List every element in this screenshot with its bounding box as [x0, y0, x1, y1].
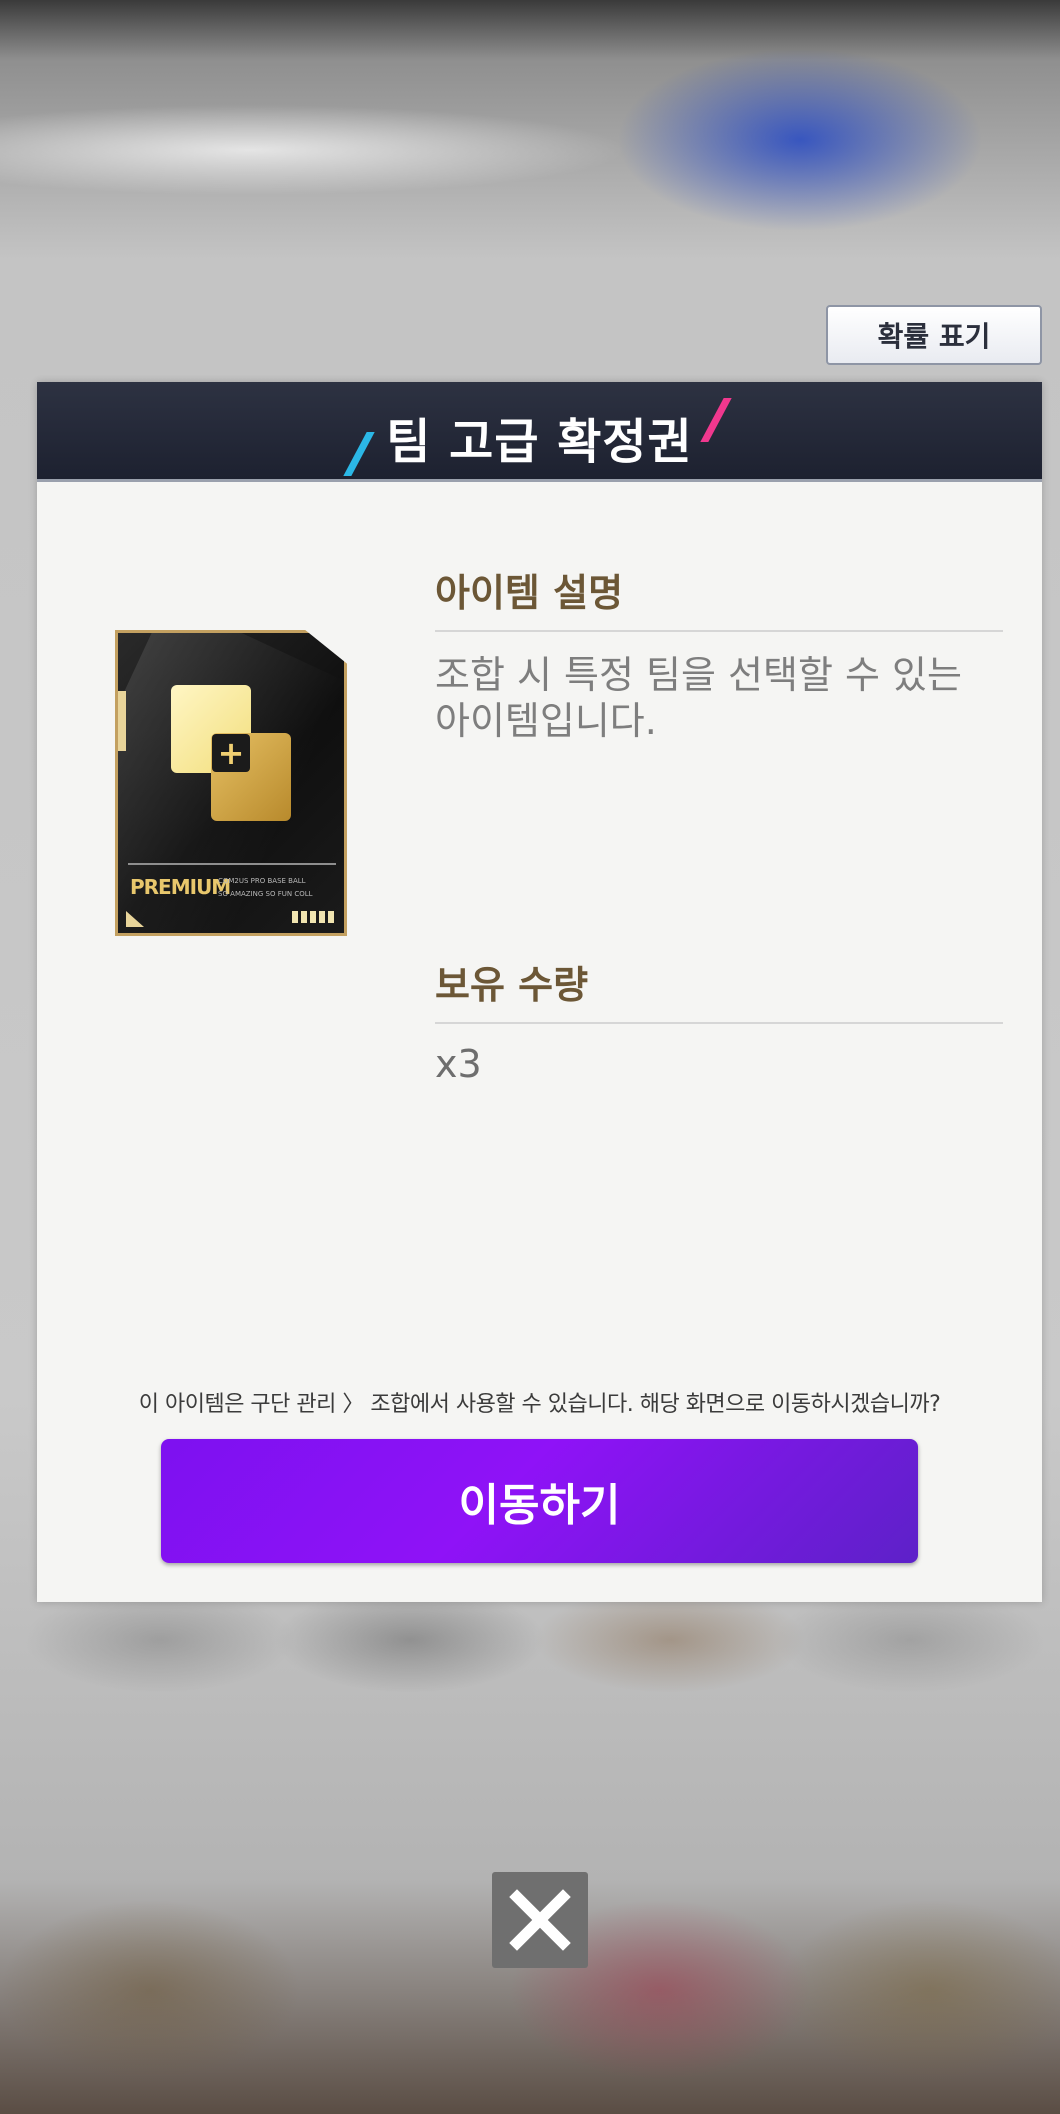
card-bars	[292, 911, 334, 923]
item-dialog: 팀 고급 확정권 + PREMIUM COM2US PRO BASE BALL …	[37, 382, 1042, 1602]
quantity-divider	[435, 1022, 1003, 1024]
move-button[interactable]: 이동하기	[161, 1439, 918, 1563]
quantity-heading: 보유 수량	[435, 963, 589, 1007]
move-notice-text: 이 아이템은 구단 관리 〉 조합에서 사용할 수 있습니다. 해당 화면으로 …	[138, 1392, 941, 1417]
description-divider	[435, 630, 1003, 632]
dialog-header: 팀 고급 확정권	[37, 382, 1042, 482]
card-premium-label: PREMIUM	[130, 875, 231, 899]
close-button[interactable]	[492, 1872, 588, 1968]
card-tab	[118, 691, 126, 751]
dialog-title: 팀 고급 확정권	[386, 414, 693, 470]
description-text: 조합 시 특정 팀을 선택할 수 있는 아이템입니다.	[435, 653, 962, 743]
card-corner-triangle	[126, 911, 144, 927]
probability-display-button[interactable]: 확률 표기	[826, 305, 1042, 365]
description-heading: 아이템 설명	[435, 571, 624, 615]
card-fine-print: COM2US PRO BASE BALL SO AMAZING SO FUN C…	[218, 877, 313, 898]
quantity-value: x3	[435, 1042, 482, 1086]
plus-icon: +	[212, 734, 250, 772]
item-card-image: + PREMIUM COM2US PRO BASE BALL SO AMAZIN…	[115, 630, 347, 936]
card-divider	[128, 863, 336, 865]
close-icon	[509, 1889, 571, 1951]
